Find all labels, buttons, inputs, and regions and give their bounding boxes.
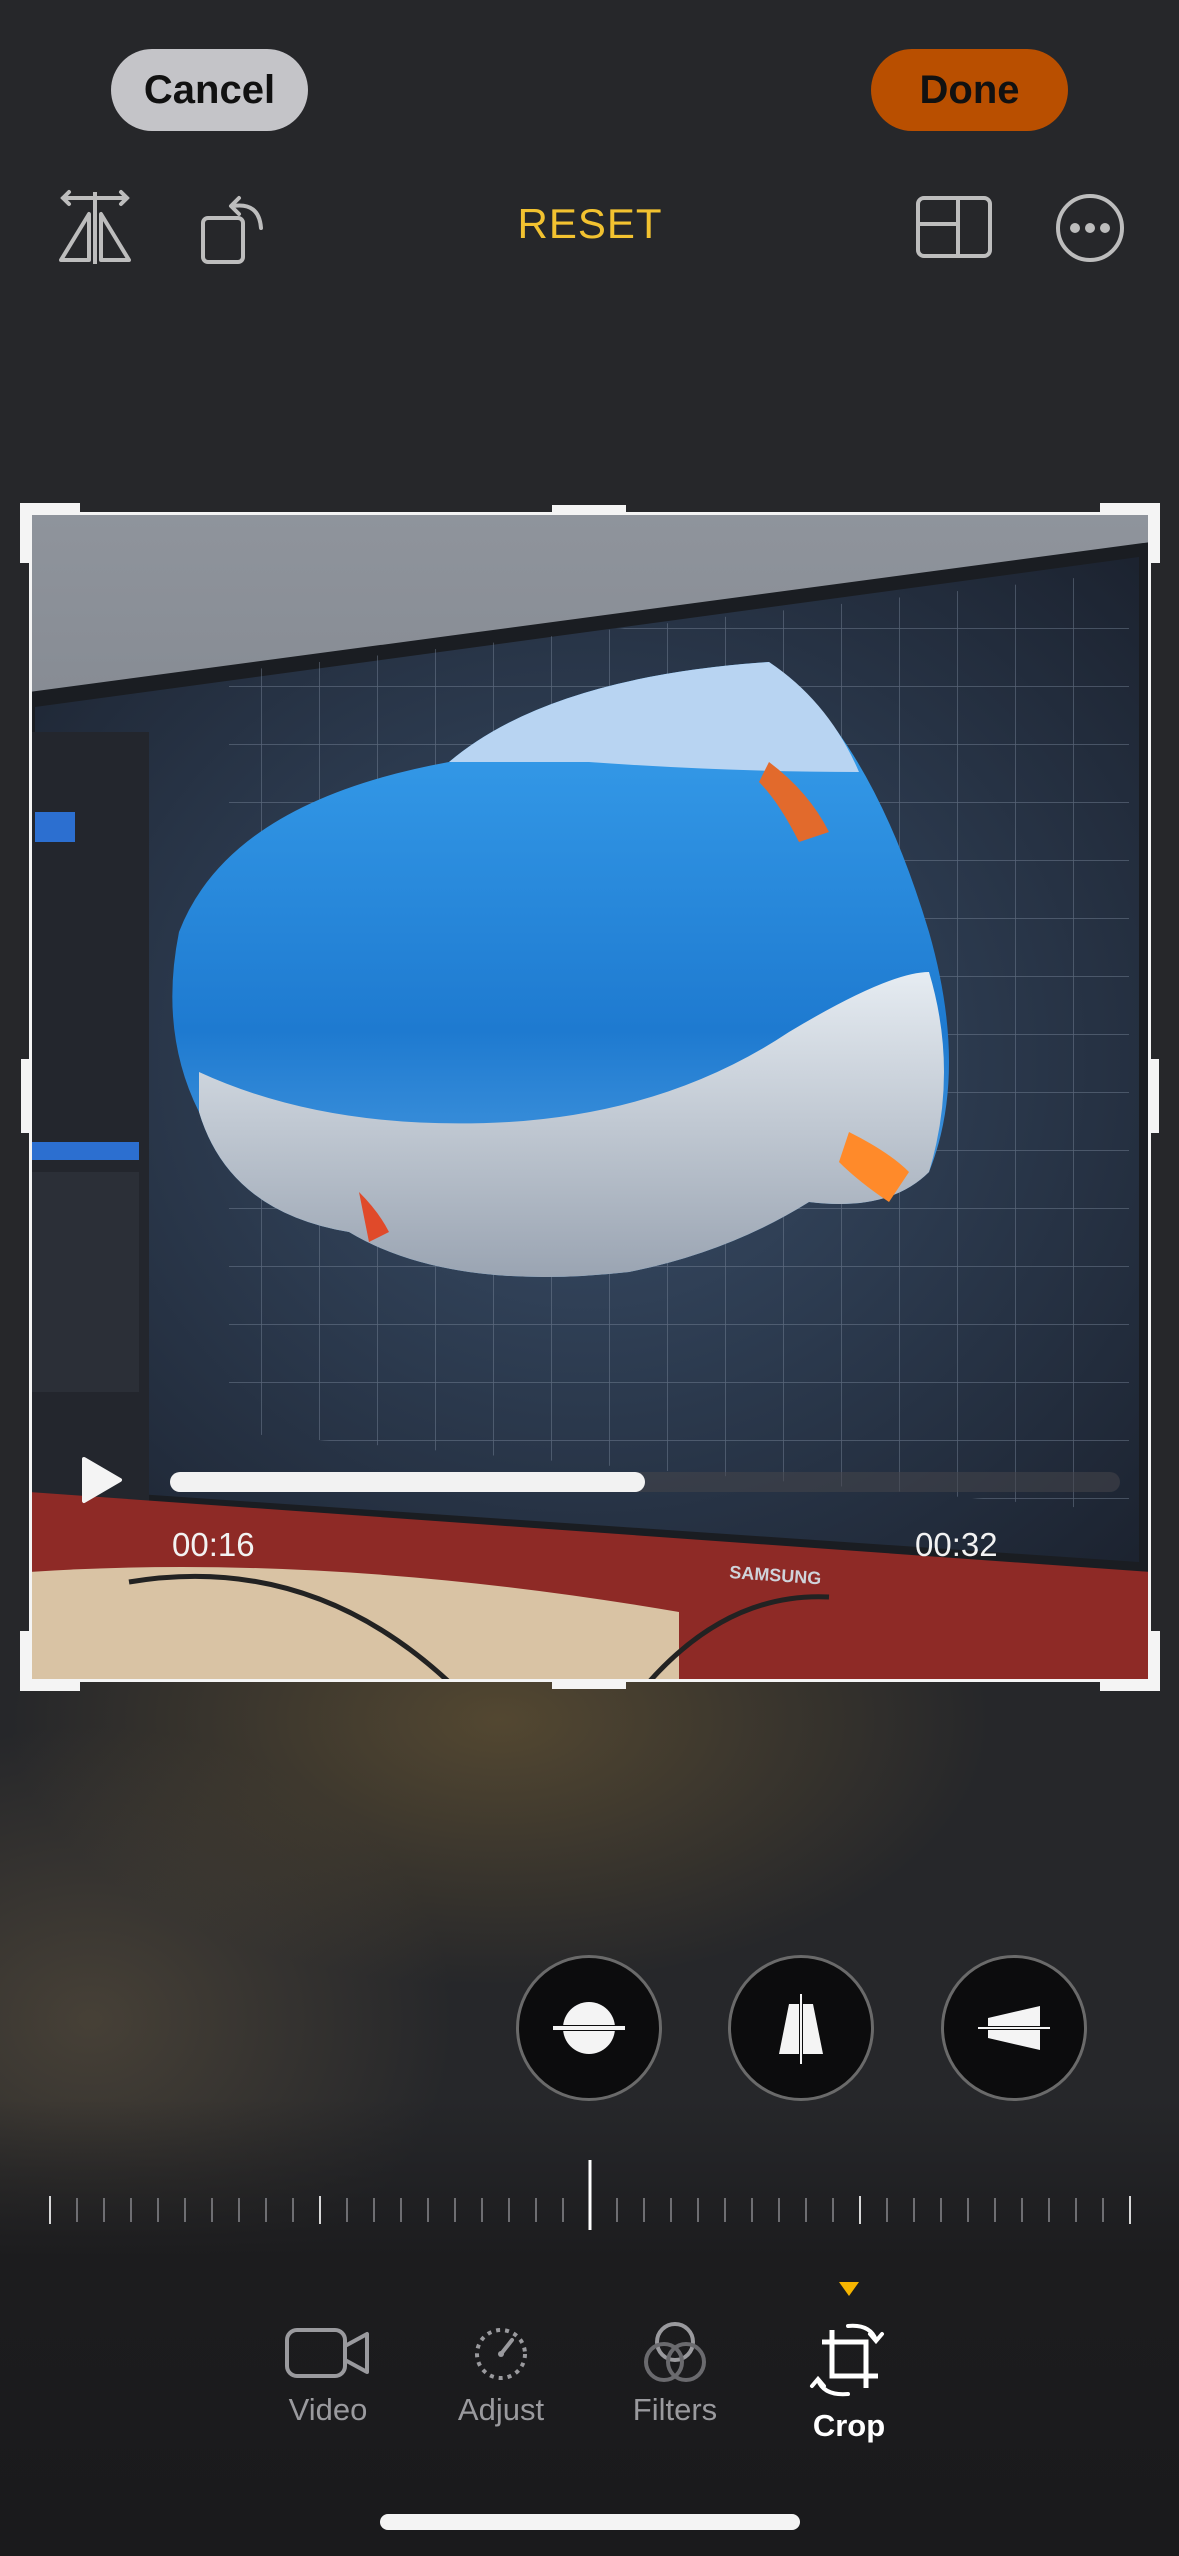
flip-horizontal-icon[interactable] — [55, 188, 135, 268]
tab-adjust[interactable]: Adjust — [421, 2320, 581, 2428]
crop-handle-bottom-right-v[interactable] — [1150, 1631, 1160, 1691]
crop-handle-top[interactable] — [552, 505, 626, 513]
crop-handle-top-right-v[interactable] — [1150, 503, 1160, 563]
more-options-icon[interactable] — [1050, 188, 1130, 268]
rotate-icon[interactable] — [193, 188, 273, 268]
cancel-button[interactable]: Cancel — [111, 49, 308, 131]
filters-icon — [644, 2322, 706, 2382]
angle-ruler-slider[interactable] — [40, 2160, 1140, 2230]
video-camera-icon — [285, 2328, 369, 2378]
total-time: 00:32 — [915, 1526, 998, 1563]
current-time: 00:16 — [172, 1526, 255, 1563]
crop-rotate-icon — [810, 2323, 884, 2397]
scrubber-progress — [170, 1472, 645, 1492]
tab-video-label: Video — [288, 2392, 368, 2427]
tab-crop[interactable]: Crop — [769, 2320, 929, 2444]
crop-handle-bottom-left-v[interactable] — [20, 1631, 30, 1691]
tab-video[interactable]: Video — [248, 2320, 408, 2428]
straighten-button[interactable] — [516, 1955, 662, 2101]
video-frame-image: SAMSUNG — [29, 512, 1151, 1682]
video-preview[interactable]: SAMSUNG — [29, 512, 1151, 1682]
tab-crop-label: Crop — [812, 2408, 886, 2443]
crop-handle-top-left-v[interactable] — [20, 503, 30, 563]
play-icon[interactable] — [80, 1455, 124, 1505]
tab-adjust-label: Adjust — [457, 2392, 545, 2427]
home-indicator[interactable] — [380, 2514, 800, 2530]
tab-filters[interactable]: Filters — [595, 2320, 755, 2428]
done-button[interactable]: Done — [871, 49, 1068, 131]
aspect-ratio-icon[interactable] — [914, 188, 994, 268]
vertical-perspective-icon — [779, 1992, 823, 2066]
vertical-perspective-button[interactable] — [728, 1955, 874, 2101]
crop-handle-right[interactable] — [1151, 1059, 1159, 1133]
horizontal-perspective-button[interactable] — [941, 1955, 1087, 2101]
straighten-icon — [549, 2002, 629, 2054]
crop-handle-bottom[interactable] — [552, 1681, 626, 1689]
adjust-dial-icon — [475, 2328, 527, 2380]
horizontal-perspective-icon — [976, 2006, 1052, 2050]
active-tab-indicator-icon — [839, 2282, 859, 2296]
reset-button[interactable]: RESET — [440, 200, 740, 248]
tab-filters-label: Filters — [632, 2392, 718, 2427]
crop-handle-left[interactable] — [21, 1059, 29, 1133]
